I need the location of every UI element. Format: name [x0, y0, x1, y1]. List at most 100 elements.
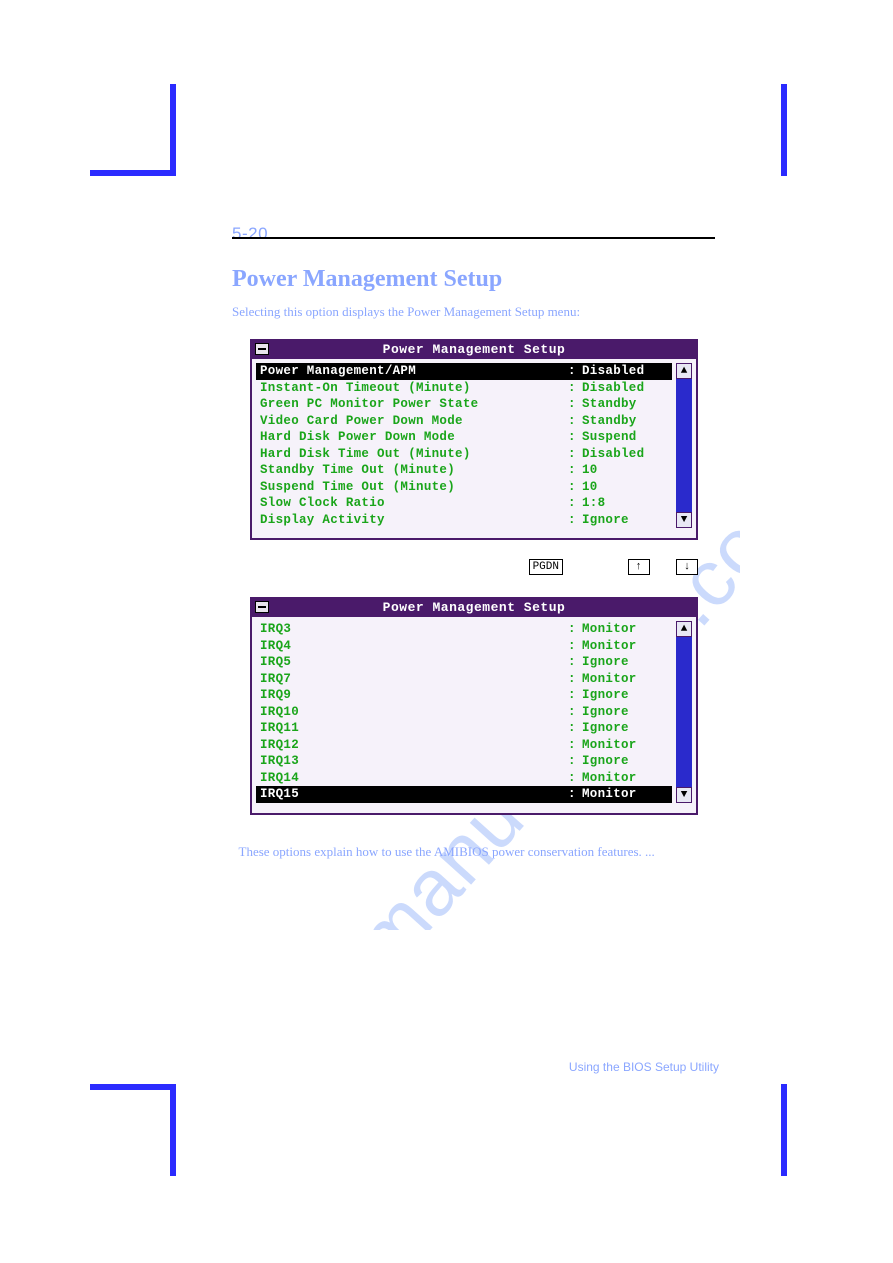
scrollbar[interactable]: ▲ ▼ [676, 363, 692, 528]
bios-option-row[interactable]: IRQ15: Monitor [256, 786, 672, 803]
option-value: Disabled [582, 363, 668, 380]
option-value: Monitor [582, 786, 668, 803]
crop-mark [90, 1084, 170, 1090]
bios-option-row[interactable]: Video Card Power Down Mode: Standby [256, 413, 672, 430]
bios-option-row[interactable]: Hard Disk Time Out (Minute): Disabled [256, 446, 672, 463]
separator: : [568, 429, 582, 446]
separator: : [568, 638, 582, 655]
bios-option-row[interactable]: Hard Disk Power Down Mode: Suspend [256, 429, 672, 446]
option-label: IRQ5 [260, 654, 568, 671]
scroll-down-icon[interactable]: ▼ [676, 512, 692, 528]
option-label: IRQ13 [260, 753, 568, 770]
option-label: Display Activity [260, 512, 568, 529]
bios-option-row[interactable]: Display Activity: Ignore [256, 512, 672, 529]
keyhint-mid: or use the [571, 560, 620, 575]
option-value: Ignore [582, 704, 668, 721]
bios-option-row[interactable]: IRQ5: Ignore [256, 654, 672, 671]
bios-title: Power Management Setup [383, 342, 566, 357]
option-value: Ignore [582, 720, 668, 737]
separator: : [568, 654, 582, 671]
separator: : [568, 671, 582, 688]
crop-mark [170, 1084, 176, 1176]
separator: : [568, 704, 582, 721]
bios-option-row[interactable]: IRQ12: Monitor [256, 737, 672, 754]
section-number: 5-20 [232, 224, 268, 244]
bios-option-row[interactable]: Power Management/APM: Disabled [256, 363, 672, 380]
separator: : [568, 413, 582, 430]
crop-mark [90, 170, 170, 176]
system-menu-icon[interactable] [255, 343, 269, 355]
option-label: Suspend Time Out (Minute) [260, 479, 568, 496]
option-value: Standby [582, 413, 668, 430]
option-label: IRQ11 [260, 720, 568, 737]
bios-title: Power Management Setup [383, 600, 566, 615]
bios-window-1: Power Management Setup Power Management/… [250, 339, 698, 540]
bios-option-row[interactable]: Green PC Monitor Power State: Standby [256, 396, 672, 413]
separator: : [568, 462, 582, 479]
bios-option-row[interactable]: IRQ10: Ignore [256, 704, 672, 721]
option-value: Ignore [582, 512, 668, 529]
scroll-up-icon[interactable]: ▲ [676, 621, 692, 637]
bios-option-row[interactable]: Standby Time Out (Minute): 10 [256, 462, 672, 479]
option-label: IRQ10 [260, 704, 568, 721]
option-value: Ignore [582, 753, 668, 770]
bios-titlebar: Power Management Setup [252, 599, 696, 617]
bios-option-row[interactable]: Instant-On Timeout (Minute): Disabled [256, 380, 672, 397]
bios-option-row[interactable]: IRQ13: Ignore [256, 753, 672, 770]
separator: : [568, 770, 582, 787]
option-value: 10 [582, 462, 668, 479]
keyhint-pre: Press [250, 560, 521, 575]
pgdn-key-icon: PGDN [529, 559, 563, 575]
option-label: Slow Clock Ratio [260, 495, 568, 512]
option-value: Disabled [582, 446, 668, 463]
intro-text: Selecting this option displays the Power… [232, 303, 715, 321]
option-label: Hard Disk Time Out (Minute) [260, 446, 568, 463]
bios-option-row[interactable]: IRQ11: Ignore [256, 720, 672, 737]
option-value: Standby [582, 396, 668, 413]
page-heading: Power Management Setup [232, 266, 502, 293]
crop-mark [170, 84, 176, 176]
keyhint-or: or [658, 560, 668, 575]
option-value: Disabled [582, 380, 668, 397]
scrollbar[interactable]: ▲ ▼ [676, 621, 692, 803]
bios-option-row[interactable]: IRQ14: Monitor [256, 770, 672, 787]
separator: : [568, 479, 582, 496]
option-value: 1:8 [582, 495, 668, 512]
page-footer: Using the BIOS Setup Utility [569, 1060, 719, 1074]
option-label: Video Card Power Down Mode [260, 413, 568, 430]
bios-option-row[interactable]: IRQ7: Monitor [256, 671, 672, 688]
option-value: Monitor [582, 671, 668, 688]
separator: : [568, 737, 582, 754]
bios-option-row[interactable]: Slow Clock Ratio: 1:8 [256, 495, 672, 512]
crop-mark [781, 84, 787, 176]
bios-option-row[interactable]: IRQ9: Ignore [256, 687, 672, 704]
option-label: IRQ15 [260, 786, 568, 803]
option-label: Standby Time Out (Minute) [260, 462, 568, 479]
separator: : [568, 687, 582, 704]
option-value: Ignore [582, 687, 668, 704]
separator: : [568, 512, 582, 529]
option-value: Monitor [582, 770, 668, 787]
bios-option-row[interactable]: Suspend Time Out (Minute): 10 [256, 479, 672, 496]
option-label: IRQ12 [260, 737, 568, 754]
separator: : [568, 786, 582, 803]
bios-option-row[interactable]: IRQ3: Monitor [256, 621, 672, 638]
system-menu-icon[interactable] [255, 601, 269, 613]
option-label: IRQ7 [260, 671, 568, 688]
bios-titlebar: Power Management Setup [252, 341, 696, 359]
bios-window-2: Power Management Setup IRQ3: MonitorIRQ4… [250, 597, 698, 815]
up-arrow-key-icon: ↑ [628, 559, 650, 575]
separator: : [568, 380, 582, 397]
separator: : [568, 495, 582, 512]
option-label: IRQ14 [260, 770, 568, 787]
key-hint: Press PGDN or use the ↑ or ↓ [250, 559, 698, 575]
option-value: 10 [582, 479, 668, 496]
option-label: Green PC Monitor Power State [260, 396, 568, 413]
option-label: Instant-On Timeout (Minute) [260, 380, 568, 397]
scroll-down-icon[interactable]: ▼ [676, 787, 692, 803]
scroll-up-icon[interactable]: ▲ [676, 363, 692, 379]
bios-option-row[interactable]: IRQ4: Monitor [256, 638, 672, 655]
separator: : [568, 720, 582, 737]
option-value: Ignore [582, 654, 668, 671]
crop-mark [781, 1084, 787, 1176]
